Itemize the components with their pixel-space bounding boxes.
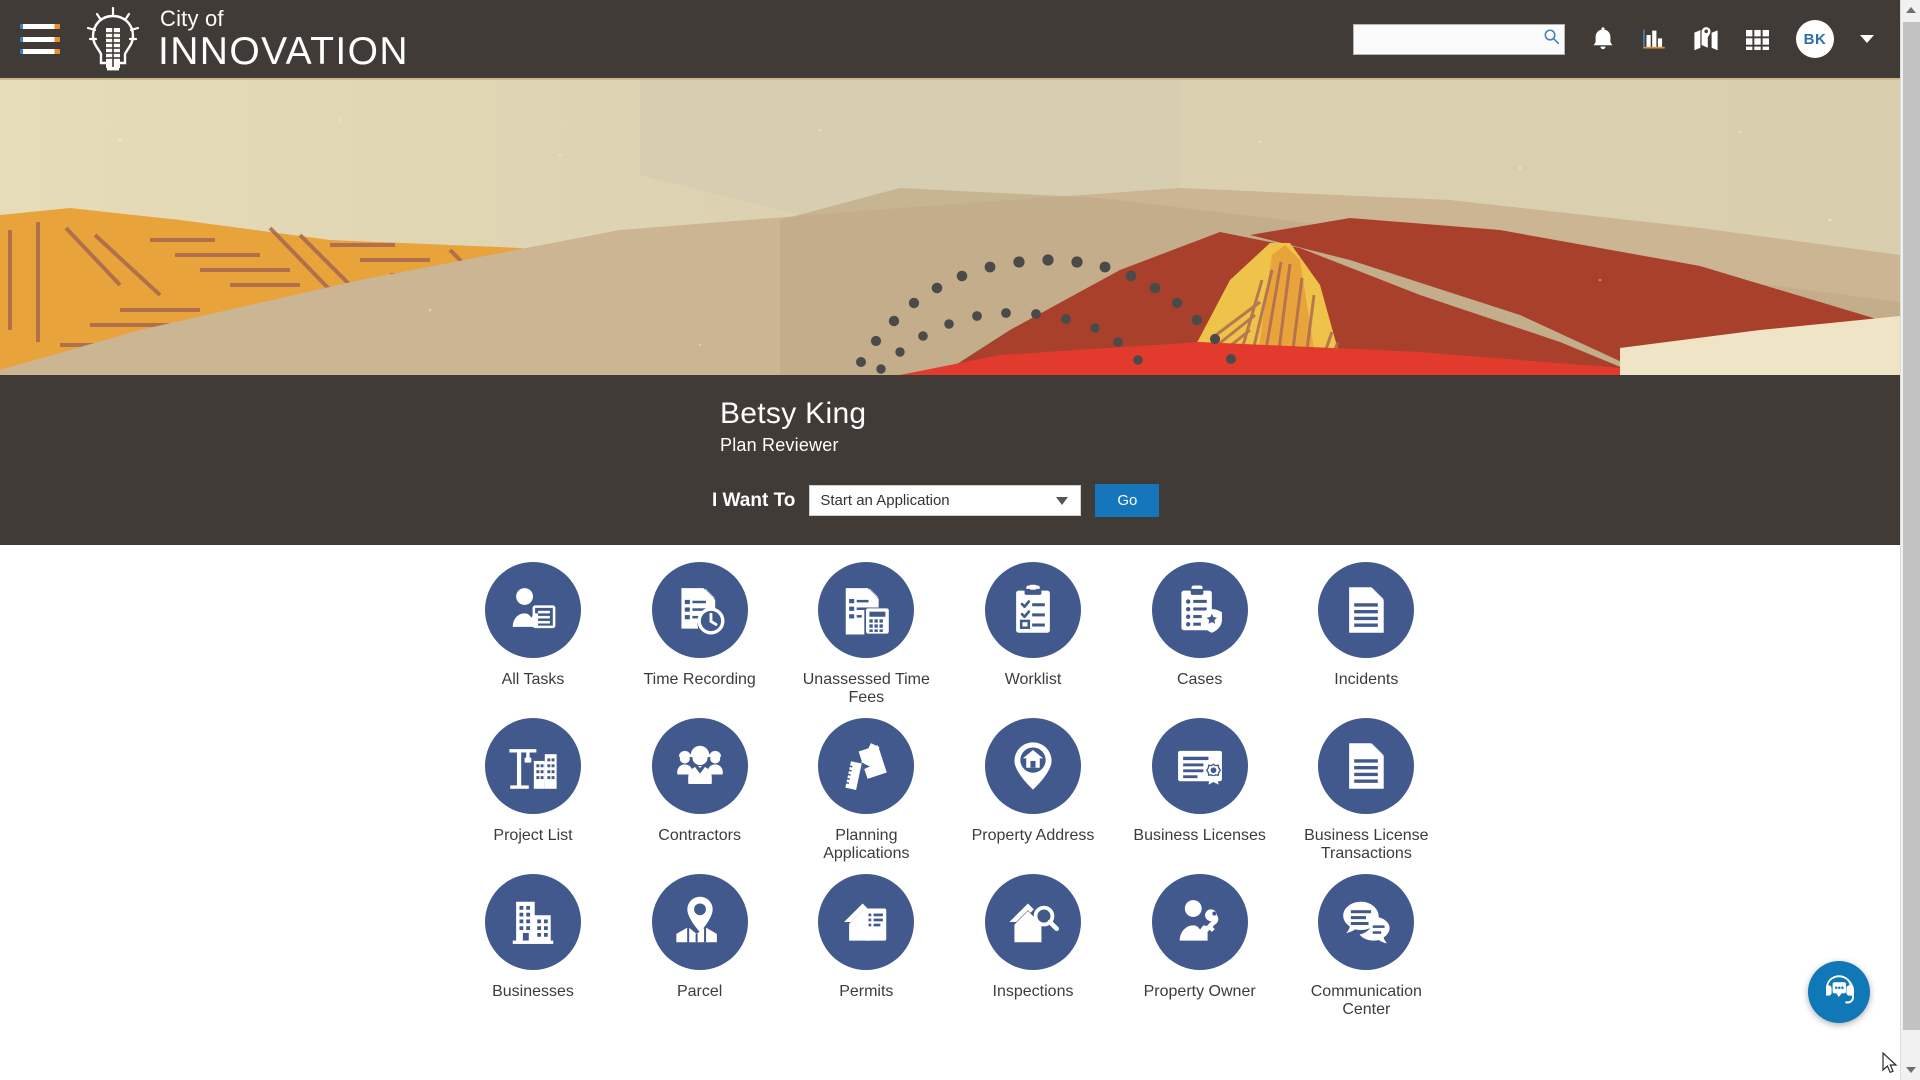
tile-property-address[interactable]: Property Address (950, 717, 1116, 864)
clipboard-checklist-icon[interactable] (985, 562, 1081, 658)
hero-banner-image (0, 80, 1900, 375)
page-root: City of INNOVATION BK Betsy King Plan Re… (0, 0, 1920, 1080)
hamburger-menu-icon[interactable] (20, 24, 60, 54)
chevron-down-icon[interactable] (1860, 35, 1874, 43)
crane-building-icon[interactable] (485, 717, 581, 814)
scroll-up-arrow-icon[interactable] (1901, 0, 1920, 20)
i-want-to-row: I Want To Start an Application Go (712, 484, 1160, 517)
document-lines-icon[interactable] (1318, 562, 1415, 658)
page-title: Betsy King (720, 397, 867, 430)
search-input[interactable] (1362, 24, 1543, 54)
notifications-bell-icon[interactable] (1591, 26, 1615, 52)
document-lines-icon[interactable] (1318, 717, 1415, 814)
tile-project-list[interactable]: Project List (450, 717, 616, 864)
person-key-icon[interactable] (1151, 873, 1248, 970)
tile-parcel[interactable]: Parcel (617, 873, 783, 1020)
clipboard-badge-icon[interactable] (1151, 562, 1248, 658)
tile-worklist[interactable]: Worklist (950, 562, 1116, 708)
user-profile-band: Betsy King Plan Reviewer I Want To Start… (0, 375, 1900, 545)
tile-cases[interactable]: Cases (1117, 562, 1283, 708)
tile-permits[interactable]: Permits (783, 873, 949, 1020)
tile-planning-applications[interactable]: Planning Applications (783, 717, 949, 864)
house-magnifier-icon[interactable] (985, 873, 1081, 970)
home-map-pin-icon[interactable] (985, 717, 1081, 814)
tile-label: Businesses (492, 982, 574, 1000)
map-pin-icon[interactable] (1693, 26, 1719, 53)
document-calculator-icon[interactable] (818, 562, 915, 658)
top-header-bar: City of INNOVATION BK (0, 0, 1900, 80)
scrollbar-thumb[interactable] (1903, 22, 1920, 1030)
tile-label: Project List (493, 826, 573, 844)
tile-inspections[interactable]: Inspections (950, 873, 1116, 1020)
document-clock-icon[interactable] (651, 562, 748, 658)
tile-label: Cases (1176, 671, 1223, 688)
certificate-ribbon-icon[interactable] (1151, 717, 1248, 814)
tile-label: Inspections (992, 982, 1074, 1000)
tile-business-licenses[interactable]: Business Licenses (1117, 717, 1283, 864)
tile-label: Business Licenses (1133, 826, 1266, 844)
app-logo[interactable]: City of INNOVATION (82, 6, 409, 72)
tile-label: Permits (839, 982, 894, 1000)
chevron-down-icon[interactable] (1056, 496, 1069, 505)
shortcut-tile-area: All Tasks Time Recording Unassessed Time F… (0, 545, 1900, 1080)
tile-label: Planning Applications (823, 826, 910, 863)
tile-label: All Tasks (501, 671, 565, 688)
ruler-pencil-icon[interactable] (818, 717, 915, 814)
shortcut-tile-grid: All Tasks Time Recording Unassessed Time F… (450, 545, 1450, 1019)
headset-support-icon (1821, 972, 1857, 1013)
person-document-icon[interactable] (485, 562, 581, 658)
tile-label: Incidents (1334, 671, 1399, 688)
office-building-icon[interactable] (485, 873, 581, 970)
logo-line-1: City of (160, 5, 224, 31)
avatar[interactable]: BK (1796, 20, 1834, 58)
go-button[interactable]: Go (1095, 484, 1160, 517)
tile-time-recording[interactable]: Time Recording (617, 562, 783, 708)
hardhat-workers-icon[interactable] (651, 717, 748, 814)
tile-businesses[interactable]: Businesses (450, 873, 616, 1020)
header-actions: BK (1353, 20, 1900, 58)
chat-bubbles-icon[interactable] (1318, 873, 1415, 970)
tile-label: Contractors (658, 826, 741, 844)
house-permit-icon[interactable] (818, 873, 915, 970)
support-chat-button[interactable] (1808, 961, 1870, 1023)
tile-communication-center[interactable]: Communication Center (1283, 873, 1449, 1020)
tile-label: Business License Transactions (1304, 826, 1429, 863)
logo-line-2: INNOVATION (158, 29, 409, 73)
lightbulb-icon (82, 6, 144, 72)
tile-all-tasks[interactable]: All Tasks (450, 562, 616, 708)
tile-label: Time Recording (643, 671, 756, 688)
tile-property-owner[interactable]: Property Owner (1117, 873, 1283, 1020)
tile-label: Unassessed Time Fees (802, 671, 930, 707)
i-want-to-label: I Want To (712, 489, 796, 511)
tile-label: Property Address (971, 826, 1095, 844)
tile-label: Communication Center (1310, 982, 1422, 1018)
user-role: Plan Reviewer (720, 435, 839, 455)
tile-business-license-transactions[interactable]: Business License Transactions (1283, 717, 1449, 864)
tile-incidents[interactable]: Incidents (1283, 562, 1449, 708)
app-grid-icon[interactable] (1745, 27, 1770, 52)
analytics-bar-chart-icon[interactable] (1641, 26, 1667, 52)
map-pin-parcel-icon[interactable] (651, 873, 748, 970)
tile-label: Worklist (1004, 671, 1062, 688)
i-want-to-select[interactable]: Start an Application (809, 485, 1082, 516)
tile-contractors[interactable]: Contractors (617, 717, 783, 864)
vertical-scrollbar[interactable] (1900, 0, 1920, 1080)
scroll-down-arrow-icon[interactable] (1901, 1060, 1920, 1080)
i-want-to-selected-value: Start an Application (820, 492, 950, 509)
search-box[interactable] (1353, 23, 1565, 55)
tile-label: Property Owner (1143, 982, 1256, 1000)
search-icon[interactable] (1543, 28, 1560, 50)
tile-unassessed-time-fees[interactable]: Unassessed Time Fees (783, 562, 949, 708)
tile-label: Parcel (676, 982, 723, 1000)
